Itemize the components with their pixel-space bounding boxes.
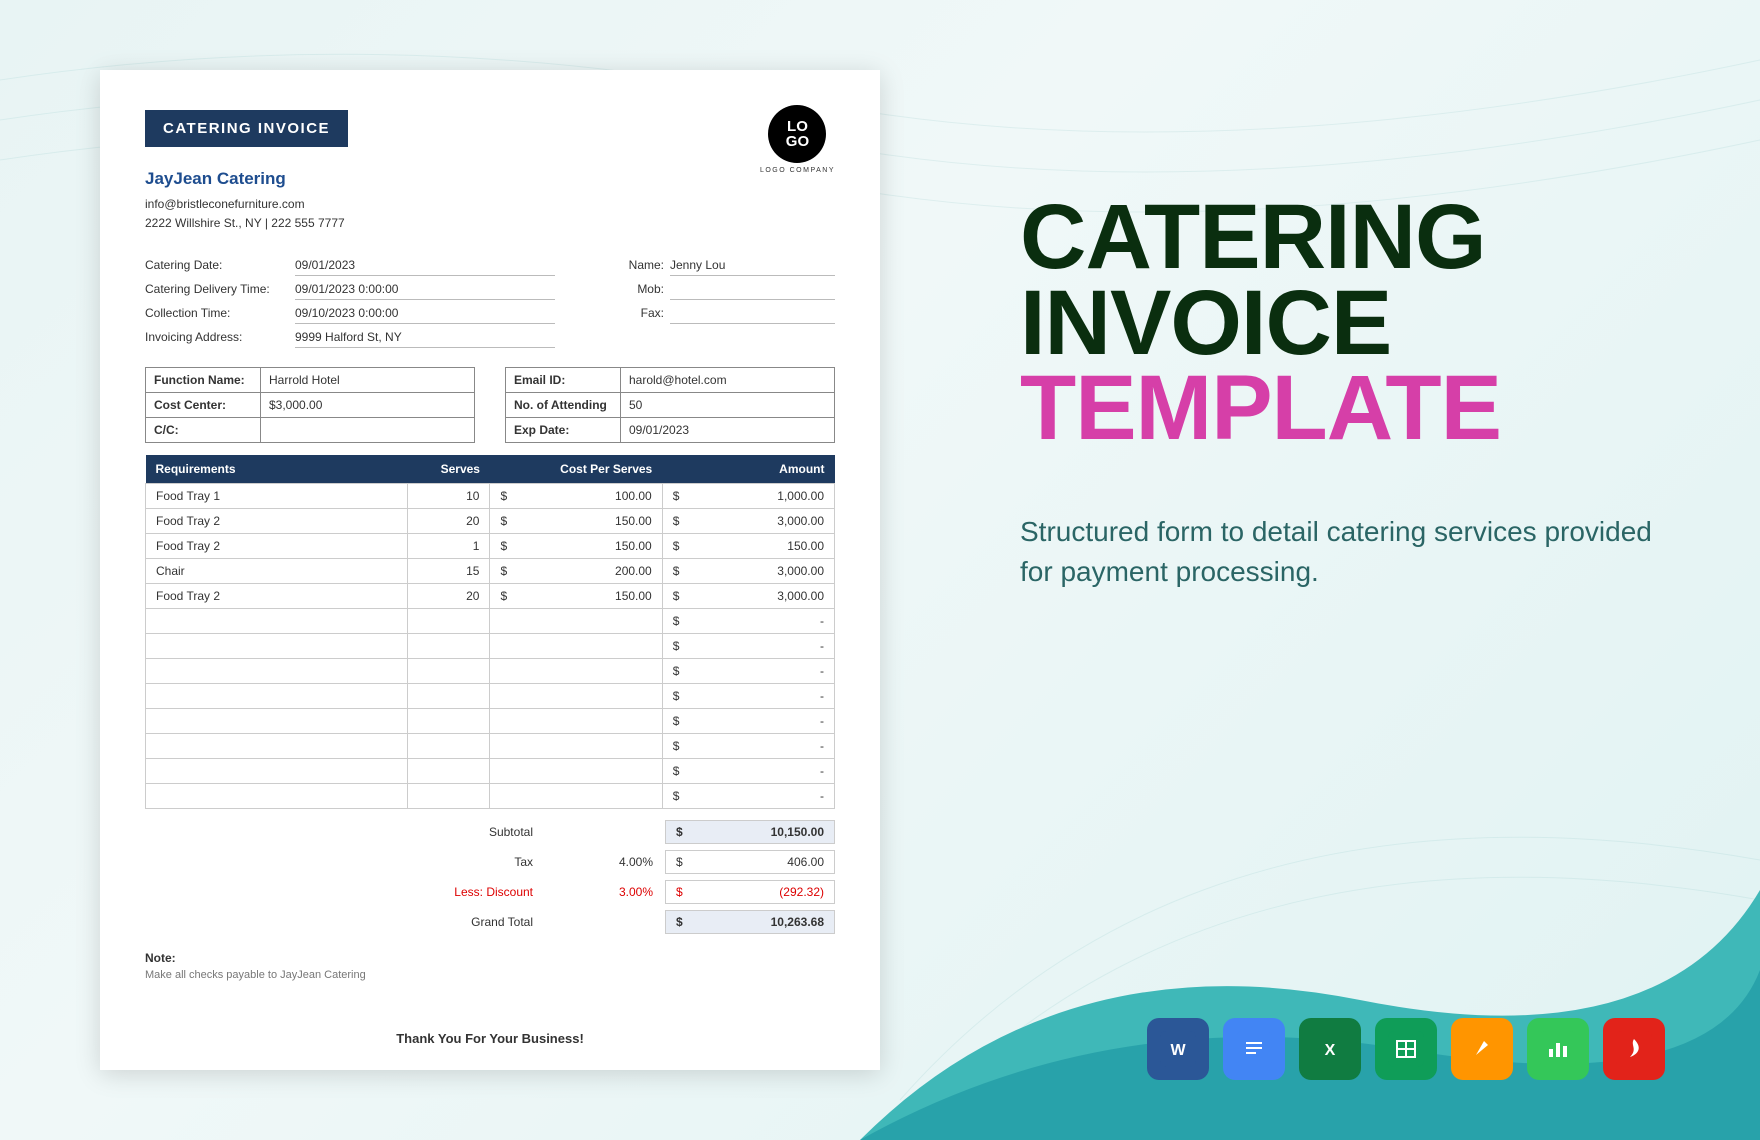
promo-description: Structured form to detail catering servi… (1020, 512, 1660, 593)
table-row: $- (146, 709, 835, 734)
table-row: $- (146, 734, 835, 759)
info-row: Fax: (615, 303, 835, 327)
company-name: JayJean Catering (145, 169, 835, 189)
format-gdocs-icon[interactable] (1223, 1018, 1285, 1080)
box-row: No. of Attending50 (506, 393, 834, 418)
table-row: Food Tray 110$100.00$1,000.00 (146, 484, 835, 509)
box-row: Function Name:Harrold Hotel (146, 368, 474, 393)
table-row: $- (146, 759, 835, 784)
note-label: Note: (145, 951, 835, 965)
tax-pct: 4.00% (545, 855, 665, 869)
info-row: Name:Jenny Lou (615, 255, 835, 279)
items-table: Requirements Serves Cost Per Serves Amou… (145, 455, 835, 809)
table-row: $- (146, 659, 835, 684)
table-row: $- (146, 684, 835, 709)
format-excel-icon[interactable]: X (1299, 1018, 1361, 1080)
grandtotal-value: $10,263.68 (665, 910, 835, 934)
tax-label: Tax (405, 855, 545, 869)
info-row: Invoicing Address:9999 Halford St, NY (145, 327, 555, 351)
info-row: Catering Date:09/01/2023 (145, 255, 555, 279)
box-row: Email ID:harold@hotel.com (506, 368, 834, 393)
box-row: C/C: (146, 418, 474, 442)
company-info: info@bristleconefurniture.com 2222 Wills… (145, 195, 835, 233)
format-gsheets-icon[interactable] (1375, 1018, 1437, 1080)
box-row: Cost Center:$3,000.00 (146, 393, 474, 418)
promo-panel: CATERING INVOICE TEMPLATE Structured for… (1020, 195, 1660, 593)
invoice-title-badge: CATERING INVOICE (145, 110, 348, 147)
svg-text:X: X (1325, 1042, 1336, 1059)
subtotal-label: Subtotal (405, 825, 545, 839)
totals-section: Subtotal $10,150.00 Tax 4.00% $406.00 Le… (145, 817, 835, 937)
col-requirements: Requirements (146, 455, 408, 484)
info-row: Catering Delivery Time:09/01/2023 0:00:0… (145, 279, 555, 303)
promo-title: CATERING INVOICE TEMPLATE (1020, 195, 1660, 452)
table-row: Food Tray 21$150.00$150.00 (146, 534, 835, 559)
col-serves: Serves (407, 455, 490, 484)
logo-company-text: LOGO COMPANY (760, 167, 835, 174)
format-pdf-icon[interactable] (1603, 1018, 1665, 1080)
info-row: Mob: (615, 279, 835, 303)
detail-boxes: Function Name:Harrold HotelCost Center:$… (145, 367, 835, 443)
tax-value: $406.00 (665, 850, 835, 874)
format-word-icon[interactable]: W (1147, 1018, 1209, 1080)
invoice-document: CATERING INVOICE LO GO LOGO COMPANY JayJ… (100, 70, 880, 1070)
col-cost-per-serves: Cost Per Serves (490, 455, 662, 484)
col-amount: Amount (662, 455, 834, 484)
svg-text:W: W (1170, 1042, 1186, 1059)
format-pages-icon[interactable] (1451, 1018, 1513, 1080)
format-numbers-icon[interactable] (1527, 1018, 1589, 1080)
thank-you: Thank You For Your Business! (145, 1031, 835, 1046)
table-row: Food Tray 220$150.00$3,000.00 (146, 584, 835, 609)
table-row: $- (146, 784, 835, 809)
table-row: Food Tray 220$150.00$3,000.00 (146, 509, 835, 534)
table-row: Chair15$200.00$3,000.00 (146, 559, 835, 584)
grandtotal-label: Grand Total (405, 915, 545, 929)
note-text: Make all checks payable to JayJean Cater… (145, 969, 835, 981)
table-row: $- (146, 609, 835, 634)
subtotal-value: $10,150.00 (665, 820, 835, 844)
discount-label: Less: Discount (405, 885, 545, 899)
table-row: $- (146, 634, 835, 659)
discount-value: $(292.32) (665, 880, 835, 904)
format-icons: WX (1147, 1018, 1665, 1080)
info-row: Collection Time:09/10/2023 0:00:00 (145, 303, 555, 327)
logo-icon: LO GO (768, 105, 826, 163)
box-row: Exp Date:09/01/2023 (506, 418, 834, 442)
logo: LO GO LOGO COMPANY (760, 105, 835, 174)
discount-pct: 3.00% (545, 885, 665, 899)
info-section: Catering Date:09/01/2023Catering Deliver… (145, 255, 835, 351)
